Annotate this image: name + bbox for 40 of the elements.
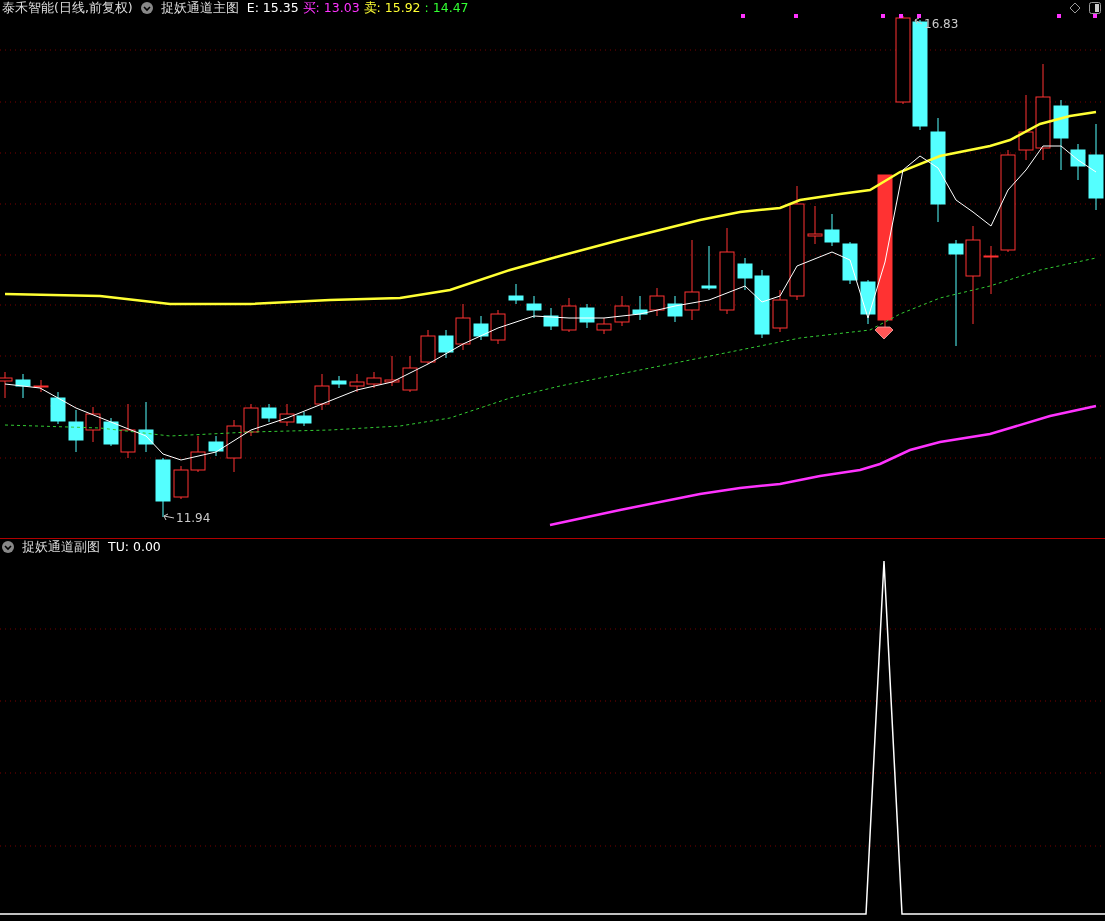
gem-icon bbox=[874, 326, 894, 340]
candlestick bbox=[190, 435, 206, 473]
candlestick bbox=[261, 403, 277, 423]
candlestick bbox=[15, 373, 31, 399]
indicator-value: 卖: 15.92 bbox=[363, 0, 421, 15]
candlestick bbox=[508, 283, 524, 305]
candlestick bbox=[384, 355, 400, 387]
collapse-icon[interactable] bbox=[140, 1, 153, 14]
indicator-name: 捉妖通道主图 bbox=[160, 0, 239, 15]
candlestick bbox=[490, 309, 506, 345]
candlestick bbox=[349, 373, 365, 393]
candlestick bbox=[807, 205, 823, 245]
candlestick bbox=[138, 401, 154, 453]
candlestick bbox=[208, 435, 224, 457]
indicator-name: 捉妖通道副图 bbox=[22, 539, 100, 554]
candlestick bbox=[420, 329, 436, 365]
candlestick bbox=[614, 295, 630, 327]
candlestick bbox=[473, 315, 489, 341]
candlestick bbox=[173, 465, 189, 500]
candlestick bbox=[824, 213, 840, 247]
candlestick bbox=[85, 406, 101, 443]
indicator-value: : 14.47 bbox=[424, 0, 469, 15]
candlestick bbox=[649, 287, 665, 317]
candlestick bbox=[155, 457, 171, 518]
stock-title: 泰禾智能(日线,前复权) bbox=[2, 0, 133, 15]
diamond-icon[interactable] bbox=[1069, 2, 1081, 14]
indicator-value: E: 15.35 bbox=[246, 0, 299, 15]
candlestick bbox=[632, 295, 648, 321]
candlestick bbox=[543, 307, 559, 331]
price-label: 11.94 bbox=[163, 511, 211, 525]
indicator-value: TU: 0.00 bbox=[108, 539, 161, 554]
candlestick bbox=[842, 241, 858, 285]
candlestick bbox=[402, 355, 418, 393]
candlestick bbox=[561, 297, 577, 333]
collapse-icon[interactable] bbox=[2, 540, 14, 553]
candlestick bbox=[68, 409, 84, 453]
panel-toggle-icon[interactable] bbox=[1089, 2, 1101, 14]
candlestick bbox=[366, 371, 382, 389]
indicator-value: 买: 13.03 bbox=[302, 0, 360, 15]
candlestick bbox=[526, 295, 542, 319]
